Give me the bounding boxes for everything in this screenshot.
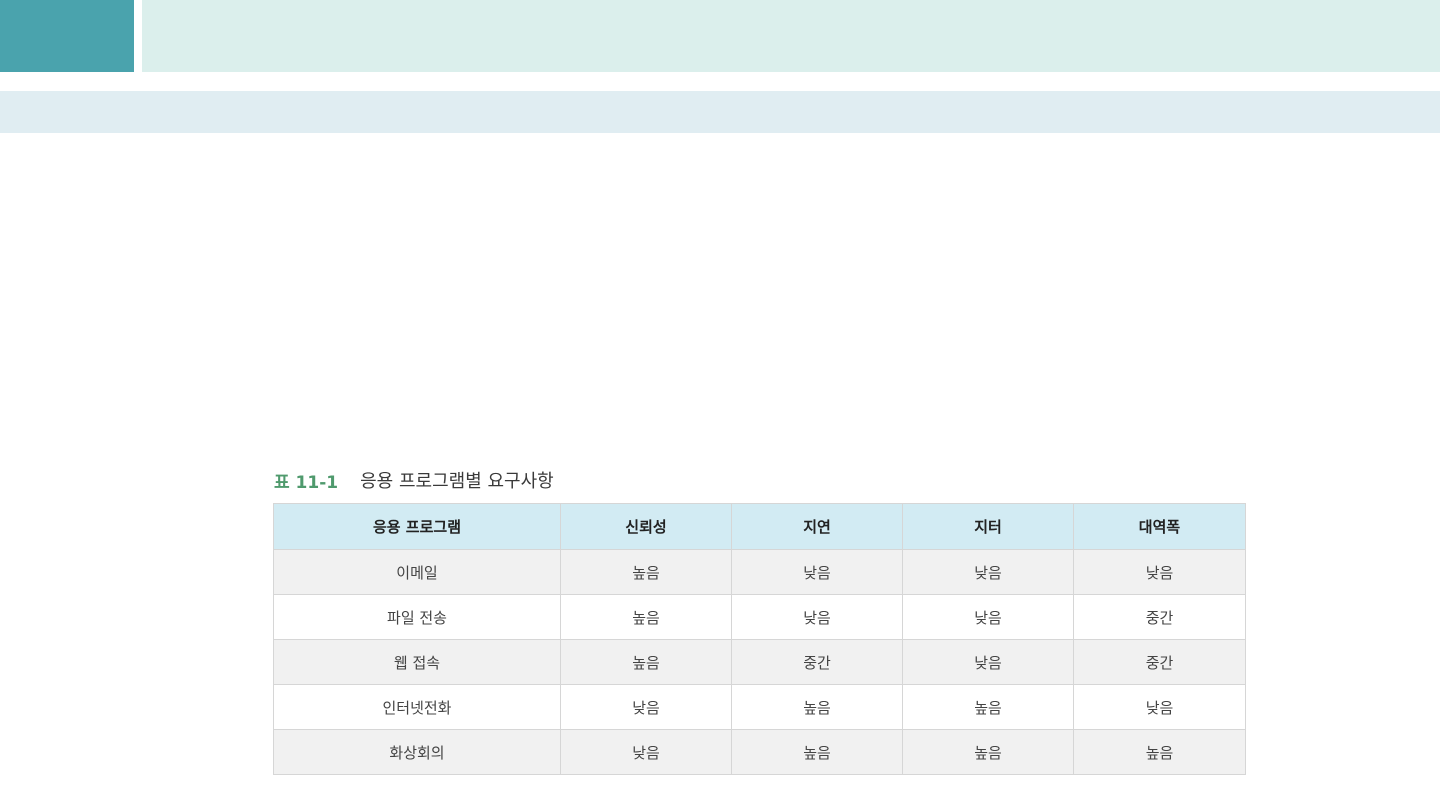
cell-application: 파일 전송 bbox=[273, 594, 561, 640]
table-row: 화상회의 낮음 높음 높음 높음 bbox=[273, 729, 1246, 775]
subheader-bar bbox=[0, 91, 1440, 133]
cell-latency: 낮음 bbox=[731, 549, 903, 595]
header-application: 응용 프로그램 bbox=[273, 503, 561, 550]
cell-application: 이메일 bbox=[273, 549, 561, 595]
cell-latency: 높음 bbox=[731, 684, 903, 730]
cell-reliability: 높음 bbox=[560, 549, 732, 595]
table-row: 파일 전송 높음 낮음 낮음 중간 bbox=[273, 594, 1246, 640]
cell-latency: 낮음 bbox=[731, 594, 903, 640]
cell-bandwidth: 중간 bbox=[1073, 639, 1246, 685]
header-bandwidth: 대역폭 bbox=[1073, 503, 1246, 550]
header-latency: 지연 bbox=[731, 503, 903, 550]
cell-jitter: 높음 bbox=[902, 729, 1074, 775]
table-row: 이메일 높음 낮음 낮음 낮음 bbox=[273, 549, 1246, 595]
cell-application: 인터넷전화 bbox=[273, 684, 561, 730]
cell-reliability: 낮음 bbox=[560, 684, 732, 730]
cell-reliability: 높음 bbox=[560, 639, 732, 685]
cell-latency: 높음 bbox=[731, 729, 903, 775]
cell-jitter: 낮음 bbox=[902, 639, 1074, 685]
table-row: 웹 접속 높음 중간 낮음 중간 bbox=[273, 639, 1246, 685]
cell-jitter: 낮음 bbox=[902, 549, 1074, 595]
header-accent-block bbox=[0, 0, 134, 72]
header-jitter: 지터 bbox=[902, 503, 1074, 550]
cell-jitter: 높음 bbox=[902, 684, 1074, 730]
cell-bandwidth: 높음 bbox=[1073, 729, 1246, 775]
cell-application: 웹 접속 bbox=[273, 639, 561, 685]
header-bar bbox=[142, 0, 1440, 72]
cell-bandwidth: 낮음 bbox=[1073, 549, 1246, 595]
table-header-row: 응용 프로그램 신뢰성 지연 지터 대역폭 bbox=[273, 503, 1246, 550]
table-caption: 표 11-1 응용 프로그램별 요구사항 bbox=[274, 466, 554, 494]
cell-application: 화상회의 bbox=[273, 729, 561, 775]
cell-jitter: 낮음 bbox=[902, 594, 1074, 640]
cell-bandwidth: 중간 bbox=[1073, 594, 1246, 640]
table-number: 표 11-1 bbox=[274, 472, 339, 493]
requirements-table: 응용 프로그램 신뢰성 지연 지터 대역폭 이메일 높음 낮음 낮음 낮음 파일… bbox=[273, 503, 1246, 775]
cell-bandwidth: 낮음 bbox=[1073, 684, 1246, 730]
cell-reliability: 낮음 bbox=[560, 729, 732, 775]
table-title: 응용 프로그램별 요구사항 bbox=[360, 471, 554, 492]
header-reliability: 신뢰성 bbox=[560, 503, 732, 550]
table-row: 인터넷전화 낮음 높음 높음 낮음 bbox=[273, 684, 1246, 730]
cell-reliability: 높음 bbox=[560, 594, 732, 640]
cell-latency: 중간 bbox=[731, 639, 903, 685]
